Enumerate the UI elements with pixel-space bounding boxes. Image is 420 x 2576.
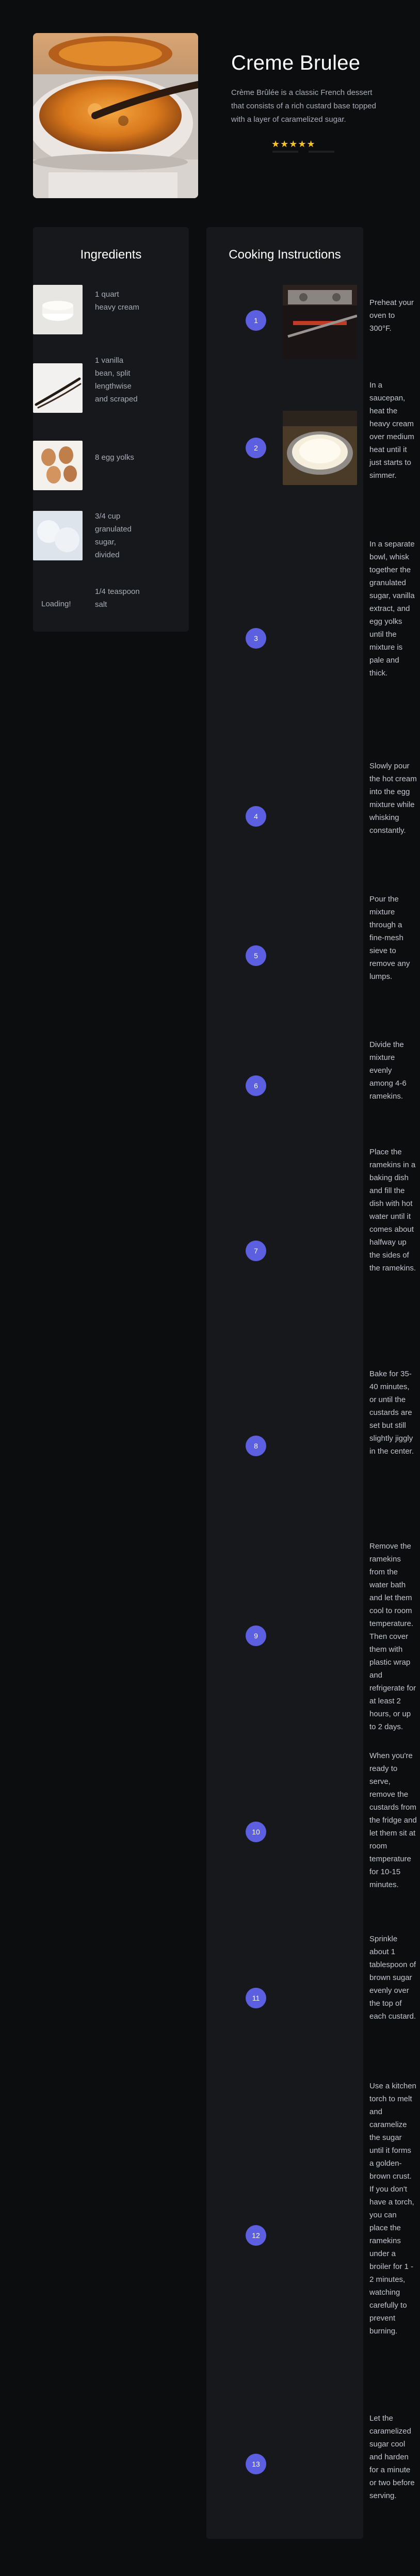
ingredients-title: Ingredients (80, 248, 142, 262)
vanilla-bean-image (33, 363, 83, 413)
step-text: Place the ramekins in a baking dish and … (369, 1148, 416, 1273)
step-text: Divide the mixture evenly among 4-6 rame… (369, 1040, 407, 1101)
recipe-description: Crème Brûlée is a classic French dessert… (231, 88, 376, 124)
step-number-badge: 1 (246, 310, 266, 331)
instructions-panel: Cooking Instructions (206, 227, 363, 2539)
instructions-title: Cooking Instructions (229, 248, 341, 262)
step-text: Bake for 35-40 minutes, or until the cus… (369, 1370, 414, 1456)
oven-image (283, 285, 357, 359)
step-text: Sprinkle about 1 tablespoon of brown sug… (369, 1935, 416, 2021)
step-number-badge: 6 (246, 1075, 266, 1096)
recipe-info: Creme Brulee Crème Brûlée is a classic F… (231, 52, 386, 158)
step-number-badge: 7 (246, 1241, 266, 1261)
loading-text: Loading! (41, 600, 71, 608)
recipe-title: Creme Brulee (231, 52, 361, 74)
ingredient-text: 1 vanilla bean, split lengthwise and scr… (95, 356, 138, 404)
sugar-image (33, 511, 83, 560)
step-text: When you're ready to serve, remove the c… (369, 1751, 417, 1889)
saucepan-cream-image (283, 411, 357, 485)
step-text: Preheat your oven to 300°F. (369, 298, 414, 333)
ingredient-text: 8 egg yolks (95, 453, 134, 462)
step-text: In a separate bowl, whisk together the g… (369, 540, 415, 678)
rating-stars: ★★★★★ (271, 139, 316, 149)
step-number-badge: 3 (246, 628, 266, 649)
step-number-badge: 13 (246, 2454, 266, 2474)
ingredient-text: 1 quart heavy cream (95, 290, 139, 312)
step-text: In a saucepan, heat the heavy cream over… (369, 381, 414, 480)
ingredient-text: 1/4 teaspoon salt (95, 587, 140, 609)
step-number-badge: 9 (246, 1625, 266, 1646)
step-number-badge: 5 (246, 945, 266, 966)
creme-brulee-hero-image (33, 33, 198, 198)
rating-caption-placeholder (272, 151, 334, 153)
step-text: Remove the ramekins from the water bath … (369, 1542, 416, 1731)
step-number-badge: 10 (246, 1822, 266, 1842)
step-text: Use a kitchen torch to melt and carameli… (369, 2082, 416, 2336)
cream-image (33, 285, 83, 334)
ingredient-text: 3/4 cup granulated sugar, divided (95, 512, 132, 559)
step-number-badge: 11 (246, 1988, 266, 2008)
step-text: Slowly pour the hot cream into the egg m… (369, 762, 417, 835)
step-number-badge: 4 (246, 806, 266, 827)
step-text: Let the caramelized sugar cool and harde… (369, 2414, 415, 2500)
step-number-badge: 12 (246, 2225, 266, 2246)
rating: ★★★★★ (231, 135, 386, 158)
egg-yolks-image (33, 441, 83, 490)
step-number-badge: 2 (246, 438, 266, 458)
step-text: Pour the mixture through a fine-mesh sie… (369, 895, 410, 981)
step-number-badge: 8 (246, 1436, 266, 1456)
